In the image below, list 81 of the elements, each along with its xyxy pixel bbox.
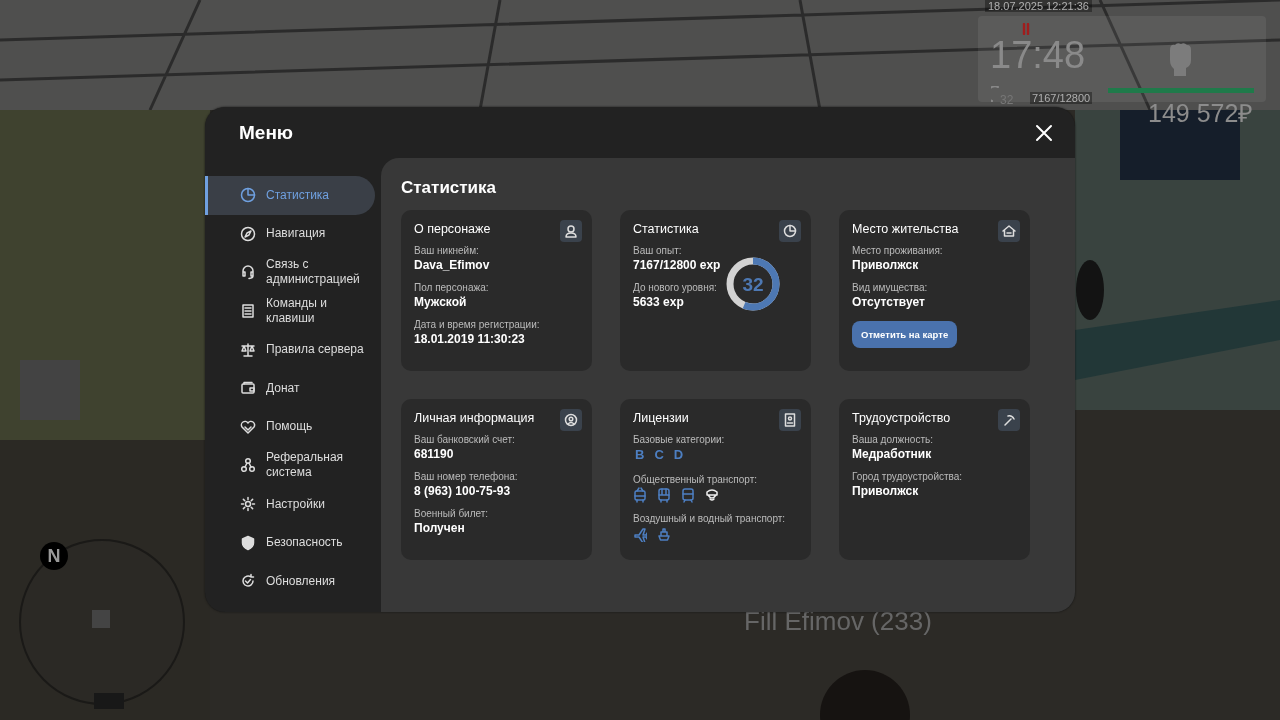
mark-on-map-button[interactable]: Отметить на карте bbox=[852, 321, 958, 348]
wallet-icon bbox=[240, 380, 256, 397]
trolleybus-icon bbox=[633, 487, 647, 503]
sidebar-item[interactable]: Помощь bbox=[205, 407, 375, 447]
pie-chart-icon bbox=[240, 187, 256, 204]
id-card-icon bbox=[779, 409, 801, 431]
player-nametag: Fill Efimov (233) bbox=[744, 606, 932, 637]
field-label: Ваш номер телефона: bbox=[414, 471, 518, 482]
field-label: Пол персонажа: bbox=[414, 282, 489, 293]
field-label: Ваша должность: bbox=[852, 434, 933, 445]
sidebar-item[interactable]: Обновления bbox=[205, 561, 375, 601]
field-label: Общественный транспорт: bbox=[633, 474, 758, 485]
network-icon bbox=[240, 457, 256, 474]
sidebar-item[interactable]: Правила сервера bbox=[205, 330, 375, 369]
level-ring-icon bbox=[991, 86, 999, 102]
field-value: 5633 exp bbox=[633, 295, 684, 309]
field-value: 8 (963) 100-75-93 bbox=[414, 484, 511, 498]
hud-clock: 17:48 bbox=[990, 34, 1086, 77]
field-label: Вид имущества: bbox=[852, 282, 928, 293]
field-value: Приволжск bbox=[852, 484, 919, 498]
card-title: Личная информация bbox=[414, 411, 535, 425]
pie-chart-icon bbox=[779, 220, 801, 242]
field-value: 7167/12800 exp bbox=[633, 258, 721, 272]
field-label: Место проживания: bbox=[852, 245, 943, 256]
field-label: Ваш банковский счет: bbox=[414, 434, 515, 445]
headset-icon bbox=[240, 264, 256, 281]
field-value: Получен bbox=[414, 521, 465, 535]
field-value: Приволжск bbox=[852, 258, 919, 272]
field-value: 681190 bbox=[414, 447, 454, 461]
fork-icon bbox=[1021, 23, 1031, 35]
field-label: До нового уровня: bbox=[633, 282, 717, 293]
plane-icon bbox=[633, 526, 647, 542]
captain-hat-icon bbox=[705, 487, 719, 503]
field-value: Мужской bbox=[414, 295, 467, 309]
refresh-icon bbox=[240, 573, 256, 590]
card-title: Лицензии bbox=[633, 411, 689, 425]
sidebar-item[interactable]: Статистика bbox=[205, 176, 375, 215]
field-label: Базовые категории: bbox=[633, 434, 725, 445]
compass-icon bbox=[240, 225, 256, 242]
scales-icon bbox=[240, 341, 256, 358]
field-value: Dava_Efimov bbox=[414, 258, 490, 272]
field-value: Медработник bbox=[852, 447, 932, 461]
field-value: Отсутствует bbox=[852, 295, 925, 309]
user-icon bbox=[560, 220, 582, 242]
field-value: 18.01.2019 11:30:23 bbox=[414, 332, 525, 346]
sidebar-item[interactable]: Связь с администрацией bbox=[205, 253, 375, 292]
card-title: Статистика bbox=[633, 222, 699, 236]
heart-icon bbox=[240, 418, 256, 435]
hud-experience: 7167/12800 bbox=[1030, 92, 1093, 104]
content-heading: Статистика bbox=[401, 178, 498, 198]
field-label: Воздушный и водный транспорт: bbox=[633, 513, 786, 524]
field-label: Город трудоустройства: bbox=[852, 471, 963, 482]
sidebar-item[interactable]: Донат bbox=[205, 368, 375, 408]
card-title: Трудоустройство bbox=[852, 411, 951, 425]
ship-icon bbox=[657, 526, 671, 542]
license-category: C bbox=[654, 447, 664, 462]
train-icon bbox=[681, 487, 695, 503]
settings-icon bbox=[240, 496, 256, 513]
field-label: Ваш опыт: bbox=[633, 245, 682, 256]
field-label: Военный билет: bbox=[414, 508, 489, 519]
close-icon[interactable] bbox=[1035, 123, 1053, 142]
pickaxe-icon bbox=[998, 409, 1020, 431]
shield-icon bbox=[240, 534, 256, 551]
field-label: Ваш никнейм: bbox=[414, 245, 479, 256]
document-icon bbox=[240, 303, 256, 320]
hud-datetime: 18.07.2025 12:21:36 bbox=[985, 0, 1092, 12]
license-category: B bbox=[635, 447, 645, 462]
sidebar-item[interactable]: Команды и клавиши bbox=[205, 291, 375, 331]
field-label: Дата и время регистрации: bbox=[414, 319, 540, 330]
license-category: D bbox=[673, 447, 684, 462]
card-title: Место жительства bbox=[852, 222, 959, 236]
sidebar-item[interactable]: Навигация bbox=[205, 214, 375, 254]
hud-money: 149 572₽ bbox=[1148, 98, 1254, 129]
sidebar-item[interactable]: Реферальная система bbox=[205, 446, 375, 485]
card-title: О персонаже bbox=[414, 222, 491, 236]
bus-icon bbox=[657, 487, 671, 503]
sidebar-item[interactable]: Настройки bbox=[205, 484, 375, 524]
menu-title: Меню bbox=[239, 121, 294, 144]
sidebar-item[interactable]: Безопасность bbox=[205, 523, 375, 562]
level-number: 32 bbox=[742, 274, 764, 294]
house-icon bbox=[998, 220, 1020, 242]
